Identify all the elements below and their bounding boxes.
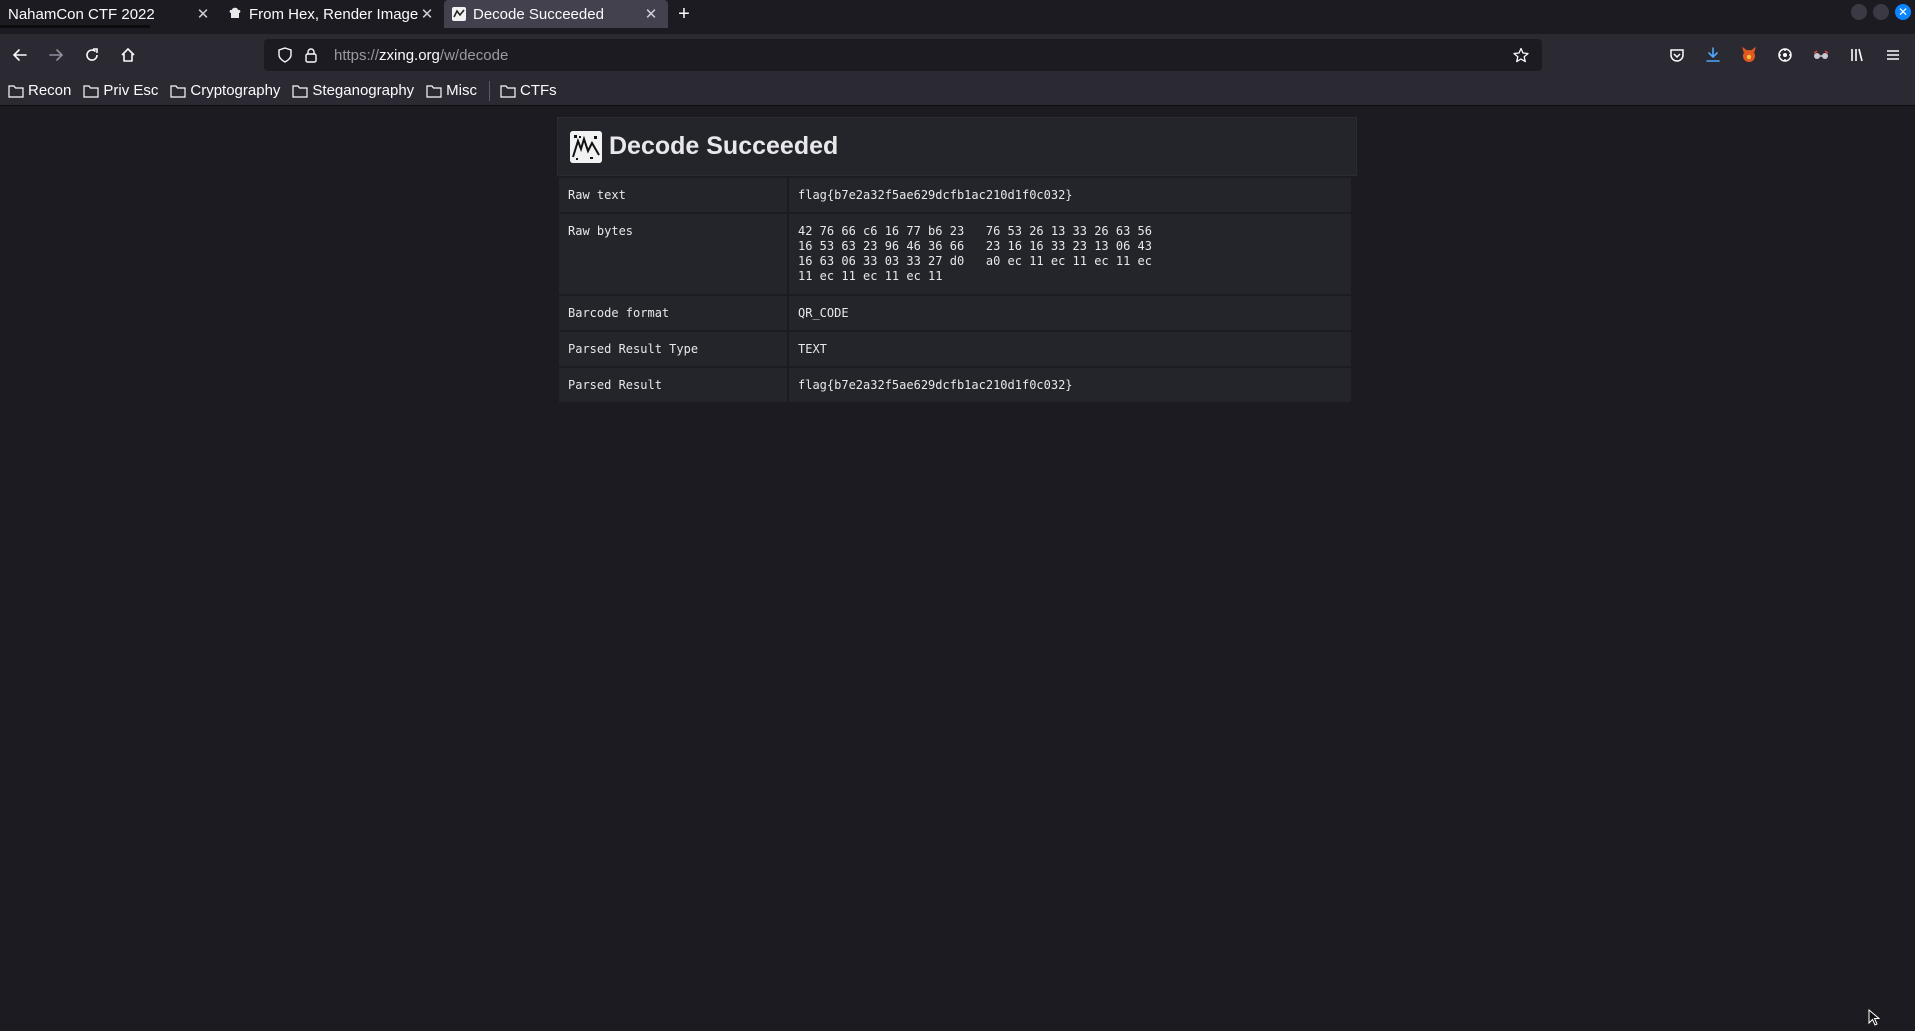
bookmark-label: Recon	[28, 82, 72, 99]
result-table: Raw text flag{b7e2a32f5ae629dcfb1ac210d1…	[557, 176, 1353, 404]
bookmark-folder-misc[interactable]: Misc	[426, 82, 477, 99]
table-row: Parsed Result flag{b7e2a32f5ae629dcfb1ac…	[559, 368, 1351, 402]
fox-extension-icon	[1742, 46, 1756, 62]
bookmark-folder-steganography[interactable]: Steganography	[292, 82, 414, 99]
parsed-result-type-value: TEXT	[789, 332, 1351, 366]
bookmark-label: Cryptography	[190, 82, 281, 99]
decode-result-panel: Decode Succeeded Raw text flag{b7e2a32f5…	[557, 117, 1357, 404]
tab-underline	[0, 25, 150, 28]
window-controls: ✕	[1851, 4, 1915, 20]
page-title: Decode Succeeded	[609, 132, 839, 160]
tab-from-hex[interactable]: From Hex, Render Image ✕	[220, 0, 444, 28]
mouse-pointer-icon	[1868, 1009, 1881, 1026]
navigation-toolbar: https://zxing.org/w/decode	[0, 34, 1915, 76]
bookmark-folder-cryptography[interactable]: Cryptography	[170, 82, 280, 99]
foxyproxy-button[interactable]	[1731, 39, 1767, 71]
close-window-button[interactable]: ✕	[1895, 4, 1911, 20]
raw-bytes-cell: 42 76 66 c6 16 77 b6 23 76 53 26 13 33 2…	[789, 214, 1351, 294]
tab-title: From Hex, Render Image	[249, 5, 418, 23]
folder-icon	[8, 84, 24, 98]
row-key: Parsed Result Type	[559, 332, 787, 366]
forward-arrow-icon	[49, 49, 64, 61]
url-path: /w/decode	[439, 46, 509, 64]
wappalyzer-button[interactable]	[1803, 39, 1839, 71]
download-icon	[1706, 47, 1720, 62]
bookmarks-separator	[489, 80, 490, 101]
bookmark-label: CTFs	[520, 82, 557, 99]
bookmark-star-icon[interactable]	[1508, 47, 1534, 63]
barcode-format-value: QR_CODE	[789, 296, 1351, 330]
url-text[interactable]: https://zxing.org/w/decode	[334, 47, 1508, 64]
close-icon[interactable]: ✕	[418, 5, 436, 23]
table-row: Raw bytes 42 76 66 c6 16 77 b6 23 76 53 …	[559, 214, 1351, 294]
home-button[interactable]	[110, 39, 146, 71]
bookmarks-toolbar: Recon Priv Esc Cryptography Steganograph…	[0, 76, 1915, 106]
folder-icon	[170, 84, 186, 98]
table-row: Raw text flag{b7e2a32f5ae629dcfb1ac210d1…	[559, 178, 1351, 212]
result-header: Decode Succeeded	[557, 117, 1357, 176]
maximize-button[interactable]	[1873, 4, 1889, 20]
close-icon[interactable]: ✕	[642, 5, 660, 23]
extension-button[interactable]	[1767, 39, 1803, 71]
lock-icon[interactable]	[298, 47, 324, 63]
page-content: Decode Succeeded Raw text flag{b7e2a32f5…	[0, 107, 1915, 1031]
minimize-button[interactable]	[1851, 4, 1867, 20]
forward-button[interactable]	[38, 39, 74, 71]
pocket-icon	[1670, 49, 1684, 62]
bookmark-label: Misc	[446, 82, 477, 99]
row-key: Barcode format	[559, 296, 787, 330]
bookmark-folder-recon[interactable]: Recon	[8, 82, 71, 99]
sidebar-button[interactable]	[1839, 39, 1875, 71]
back-button[interactable]	[2, 39, 38, 71]
home-icon	[121, 48, 135, 62]
folder-icon	[83, 84, 99, 98]
zxing-favicon-icon	[452, 7, 466, 21]
tab-decode-succeeded[interactable]: Decode Succeeded ✕	[444, 0, 668, 28]
row-key: Raw text	[559, 178, 787, 212]
folder-icon	[500, 84, 516, 98]
chef-hat-icon	[228, 7, 242, 21]
bookmark-label: Priv Esc	[103, 82, 159, 99]
tab-strip: NahamCon CTF 2022 ✕ From Hex, Render Ima…	[0, 0, 1915, 34]
tab-nahamcon[interactable]: NahamCon CTF 2022 ✕	[0, 0, 220, 28]
bookmark-folder-priv-esc[interactable]: Priv Esc	[83, 82, 158, 99]
parsed-result-value: flag{b7e2a32f5ae629dcfb1ac210d1f0c032}	[789, 368, 1351, 402]
glasses-icon	[1813, 50, 1829, 59]
raw-bytes-value: 42 76 66 c6 16 77 b6 23 76 53 26 13 33 2…	[798, 224, 1153, 283]
hamburger-menu-icon	[1887, 50, 1899, 60]
row-key: Raw bytes	[559, 214, 787, 294]
bookmark-label: Steganography	[312, 82, 415, 99]
back-arrow-icon	[12, 49, 27, 61]
row-key: Parsed Result	[559, 368, 787, 402]
close-icon[interactable]: ✕	[194, 5, 212, 23]
new-tab-button[interactable]: +	[668, 0, 700, 28]
reload-button[interactable]	[74, 39, 110, 71]
zxing-logo-icon	[570, 130, 602, 163]
toolbar-right	[1659, 39, 1911, 71]
extension-gear-icon	[1778, 48, 1792, 62]
bookmark-folder-ctfs[interactable]: CTFs	[500, 82, 557, 99]
table-row: Barcode format QR_CODE	[559, 296, 1351, 330]
tab-title: Decode Succeeded	[473, 5, 604, 23]
url-scheme: https://	[334, 46, 380, 64]
url-host: zxing.org	[379, 46, 440, 64]
folder-icon	[426, 84, 442, 98]
tracking-protection-shield-icon[interactable]	[272, 47, 298, 63]
folder-icon	[292, 84, 309, 98]
table-row: Parsed Result Type TEXT	[559, 332, 1351, 366]
url-bar[interactable]: https://zxing.org/w/decode	[264, 39, 1542, 71]
reload-icon	[86, 48, 98, 61]
pocket-button[interactable]	[1659, 39, 1695, 71]
downloads-button[interactable]	[1695, 39, 1731, 71]
library-icon	[1851, 48, 1863, 62]
tab-title: NahamCon CTF 2022	[8, 5, 155, 23]
app-menu-button[interactable]	[1875, 39, 1911, 71]
raw-text-value: flag{b7e2a32f5ae629dcfb1ac210d1f0c032}	[789, 178, 1351, 212]
